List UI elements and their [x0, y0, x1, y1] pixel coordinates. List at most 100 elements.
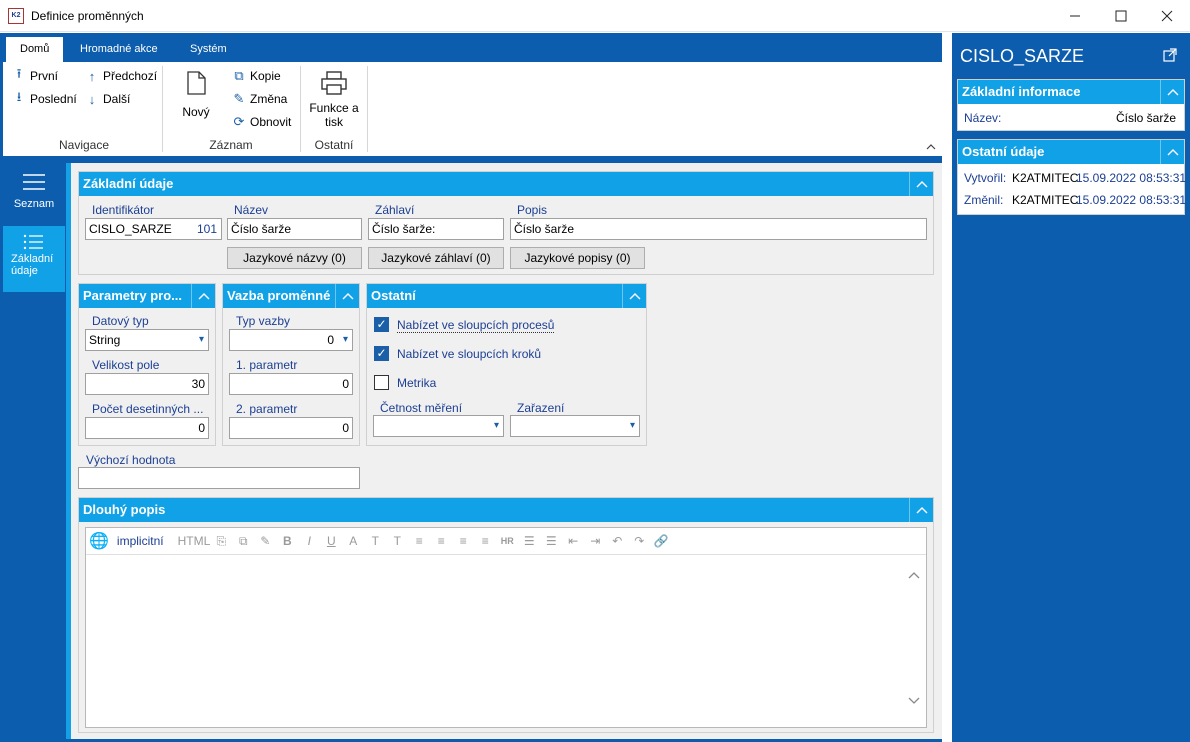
language-headers-button[interactable]: Jazykové záhlaví (0): [368, 247, 504, 269]
italic-icon[interactable]: I: [298, 534, 320, 548]
checkbox-processes[interactable]: ✓: [374, 317, 389, 332]
changed-date: 15.09.2022 08:53:31: [1076, 193, 1187, 207]
ribbon-separator: [300, 66, 301, 152]
header-field[interactable]: Číslo šarže:: [368, 218, 504, 240]
tab-hromadne-akce[interactable]: Hromadné akce: [66, 37, 172, 62]
minimize-button[interactable]: [1052, 0, 1098, 32]
align-right-icon[interactable]: ≡: [452, 534, 474, 548]
font-smaller-icon[interactable]: T: [364, 534, 386, 548]
arrow-down-icon: ↓: [88, 91, 96, 107]
chevron-up-icon: [342, 293, 353, 300]
print-button[interactable]: Funkce a tisk: [306, 70, 362, 129]
chevron-up-icon: [916, 507, 927, 514]
datatype-select[interactable]: String ▾: [85, 329, 209, 351]
language-descriptions-button[interactable]: Jazykové popisy (0): [510, 247, 645, 269]
paste-icon[interactable]: ⎘: [210, 534, 232, 549]
collapse-button[interactable]: [1160, 80, 1184, 104]
header-label: Záhlaví: [375, 203, 415, 217]
collapse-button[interactable]: [622, 284, 646, 308]
decimals-input[interactable]: 0: [85, 417, 209, 439]
frequency-select[interactable]: ▾: [373, 415, 504, 437]
copy-button[interactable]: ⧉ Kopie: [232, 66, 280, 86]
font-larger-icon[interactable]: T: [386, 534, 408, 548]
format-select[interactable]: HTML: [178, 534, 211, 548]
bold-icon[interactable]: B: [276, 534, 298, 548]
prev-button[interactable]: ↑ Předchozí: [85, 66, 157, 86]
dropdown-icon: ▾: [342, 334, 348, 345]
collapse-button[interactable]: [909, 498, 933, 522]
collapse-button[interactable]: [1160, 140, 1184, 164]
section-header: Ostatní: [367, 284, 646, 308]
chevron-up-icon: [198, 293, 209, 300]
indent-icon[interactable]: ⇥: [584, 534, 606, 548]
outdent-icon[interactable]: ⇤: [562, 534, 584, 548]
nav-seznam[interactable]: Seznam: [3, 163, 65, 225]
fieldsize-input[interactable]: 30: [85, 373, 209, 395]
name-field[interactable]: Číslo šarže: [227, 218, 362, 240]
last-button[interactable]: ⭳ Poslední: [12, 89, 77, 109]
align-left-icon[interactable]: ≡: [408, 534, 430, 548]
tab-domu[interactable]: Domů: [6, 37, 64, 62]
refresh-button[interactable]: ⟳ Obnovit: [232, 112, 292, 132]
group-navigace-label: Navigace: [58, 138, 110, 152]
checkbox-metric[interactable]: [374, 375, 389, 390]
menu-icon: [23, 174, 45, 190]
language-names-button[interactable]: Jazykové názvy (0): [227, 247, 362, 269]
new-button[interactable]: Nový: [176, 70, 216, 120]
ribbon-separator: [367, 66, 368, 152]
param2-input[interactable]: 0: [229, 417, 353, 439]
scroll-up-icon[interactable]: [908, 568, 920, 582]
undo-icon[interactable]: ↶: [606, 534, 628, 548]
numbered-list-icon[interactable]: ☰: [518, 534, 540, 548]
window-title: Definice proměnných: [31, 9, 144, 23]
new-document-icon: [187, 71, 206, 95]
binding-type-label: Typ vazby: [236, 314, 291, 328]
binding-type-select[interactable]: 0 ▾: [229, 329, 353, 351]
param1-input[interactable]: 0: [229, 373, 353, 395]
copy-format-icon[interactable]: ⧉: [232, 534, 254, 549]
align-center-icon[interactable]: ≡: [430, 534, 452, 548]
globe-icon[interactable]: 🌐: [89, 531, 109, 551]
section-header: Základní informace: [958, 80, 1184, 104]
created-label: Vytvořil:: [964, 171, 1007, 185]
maximize-button[interactable]: [1098, 0, 1144, 32]
collapse-button[interactable]: [335, 284, 359, 308]
section-header: Dlouhý popis: [79, 498, 933, 522]
frequency-label: Četnost měření: [380, 401, 463, 415]
chevron-up-icon: [1167, 149, 1178, 156]
dropdown-icon: ▾: [198, 334, 204, 345]
desc-field[interactable]: Číslo šarže: [510, 218, 927, 240]
link-icon[interactable]: 🔗: [650, 534, 672, 548]
tab-system[interactable]: Systém: [176, 37, 241, 62]
created-user: K2ATMITEC: [1012, 171, 1079, 185]
default-value-input[interactable]: [78, 467, 360, 489]
close-icon: [1161, 10, 1173, 22]
bullet-list-icon[interactable]: ☰: [540, 534, 562, 548]
classification-select[interactable]: ▾: [510, 415, 640, 437]
pencil-icon[interactable]: ✎: [254, 534, 276, 548]
justify-icon[interactable]: ≡: [474, 534, 496, 548]
popout-icon[interactable]: [1163, 48, 1177, 65]
redo-icon[interactable]: ↷: [628, 534, 650, 548]
dropdown-icon: ▾: [629, 420, 635, 431]
section-header: Základní údaje: [79, 172, 933, 196]
splitter[interactable]: [942, 33, 952, 742]
nav-zakladni-udaje[interactable]: Základní údaje: [3, 226, 65, 292]
scroll-down-icon[interactable]: [908, 694, 920, 708]
collapse-button[interactable]: [191, 284, 215, 308]
underline-icon[interactable]: U: [320, 534, 342, 548]
id-label: Identifikátor: [92, 203, 155, 217]
editor: [85, 527, 927, 728]
next-button[interactable]: ↓ Další: [85, 89, 131, 109]
close-button[interactable]: [1144, 0, 1190, 32]
collapse-ribbon-icon[interactable]: [926, 140, 936, 154]
checkbox-steps[interactable]: ✓: [374, 346, 389, 361]
font-color-icon[interactable]: A: [342, 534, 364, 548]
language-select[interactable]: implicitní: [117, 534, 164, 548]
id-field[interactable]: CISLO_SARZE 101: [85, 218, 222, 240]
collapse-button[interactable]: [909, 172, 933, 196]
change-button[interactable]: ✎ Změna: [232, 89, 288, 109]
horizontal-rule-icon[interactable]: HR: [496, 536, 518, 546]
first-button[interactable]: ⭱ První: [12, 66, 58, 86]
record-title: CISLO_SARZE: [960, 46, 1085, 66]
